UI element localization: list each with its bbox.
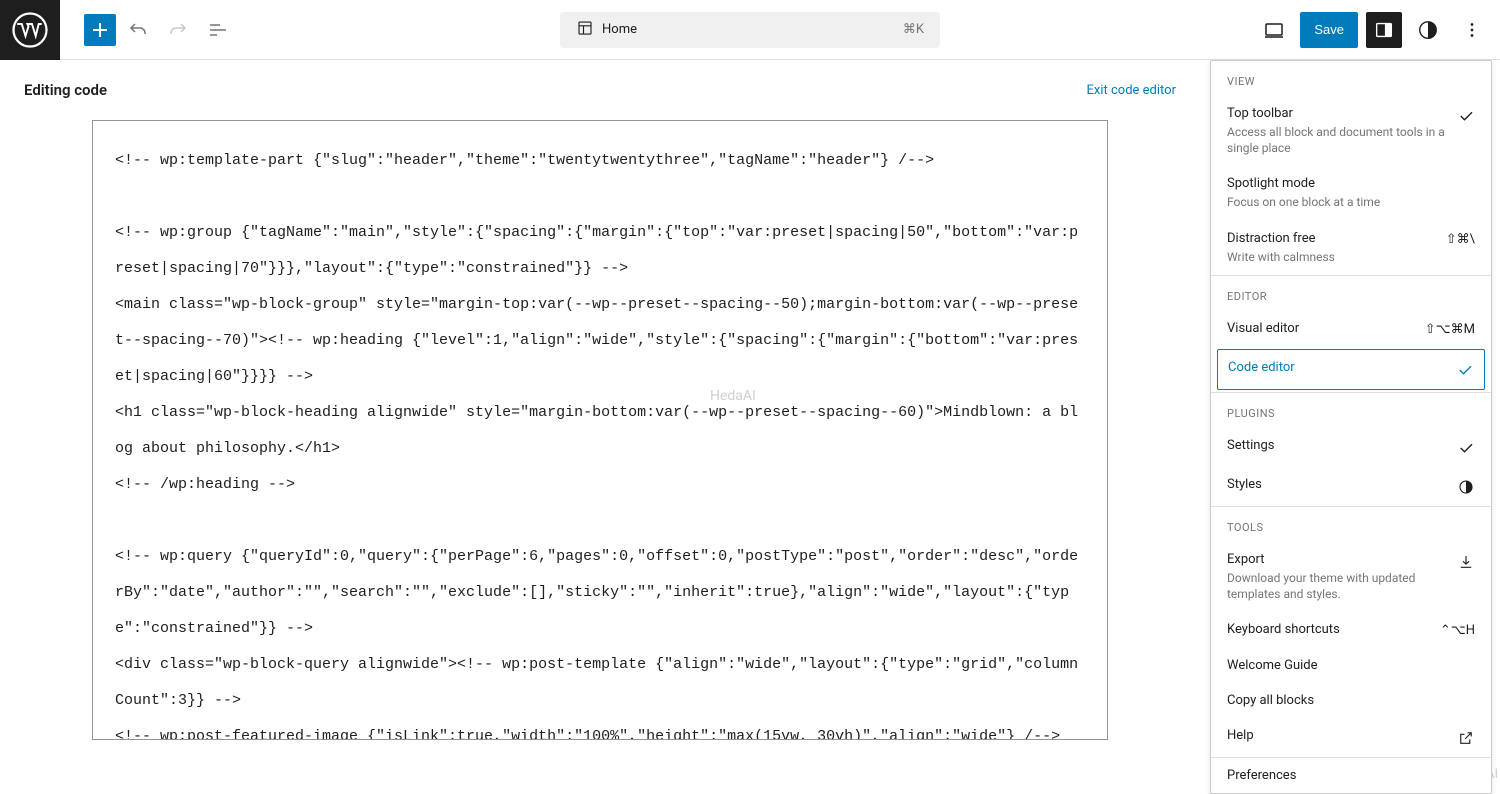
topbar: Home ⌘K Save <box>0 0 1500 60</box>
menu-item-title: Top toolbar <box>1227 106 1449 121</box>
menu-styles[interactable]: Styles <box>1211 467 1491 506</box>
sidebar-icon <box>1373 19 1395 41</box>
document-overview-button[interactable] <box>200 12 236 48</box>
menu-shortcut: ⇧⌘\ <box>1446 232 1475 247</box>
menu-item-title: Settings <box>1227 438 1449 453</box>
save-button[interactable]: Save <box>1300 12 1358 48</box>
check-icon <box>1457 107 1475 125</box>
menu-settings[interactable]: Settings <box>1211 428 1491 467</box>
undo-button[interactable] <box>120 12 156 48</box>
editing-bar: Editing code Exit code editor <box>0 60 1200 120</box>
block-inserter-button[interactable] <box>84 14 116 46</box>
redo-button[interactable] <box>160 12 196 48</box>
menu-shortcut: ⇧⌥⌘M <box>1425 322 1475 337</box>
menu-item-desc: Write with calmness <box>1227 249 1438 265</box>
redo-icon <box>166 18 190 42</box>
menu-spotlight-mode[interactable]: Spotlight mode Focus on one block at a t… <box>1211 166 1491 220</box>
external-link-icon <box>1457 729 1475 747</box>
styles-toggle[interactable] <box>1410 12 1446 48</box>
menu-preferences[interactable]: Preferences <box>1211 758 1491 793</box>
half-circle-icon <box>1417 19 1439 41</box>
menu-export[interactable]: Export Download your theme with updated … <box>1211 542 1491 612</box>
menu-help[interactable]: Help <box>1211 718 1491 757</box>
document-bar[interactable]: Home ⌘K <box>560 12 940 48</box>
wordpress-icon <box>12 12 48 48</box>
menu-item-desc: Access all block and document tools in a… <box>1227 124 1449 156</box>
options-dropdown: VIEW Top toolbar Access all block and do… <box>1210 60 1492 794</box>
check-icon <box>1456 361 1474 379</box>
options-button[interactable] <box>1454 12 1490 48</box>
list-view-icon <box>206 18 230 42</box>
menu-item-desc: Focus on one block at a time <box>1227 194 1475 210</box>
document-title: Home <box>602 22 637 37</box>
menu-copy-all-blocks[interactable]: Copy all blocks <box>1211 683 1491 718</box>
code-textarea[interactable]: <!-- wp:template-part {"slug":"header","… <box>92 120 1108 740</box>
code-container: <!-- wp:template-part {"slug":"header","… <box>0 120 1200 740</box>
view-section-label: VIEW <box>1211 61 1491 96</box>
undo-icon <box>126 18 150 42</box>
menu-code-editor[interactable]: Code editor <box>1217 349 1485 390</box>
menu-item-title: Code editor <box>1228 360 1448 375</box>
view-button[interactable] <box>1256 12 1292 48</box>
settings-panel-toggle[interactable] <box>1366 12 1402 48</box>
editor-section-label: EDITOR <box>1211 276 1491 311</box>
menu-shortcut: ⌃⌥H <box>1440 623 1475 638</box>
menu-visual-editor[interactable]: Visual editor ⇧⌥⌘M <box>1211 311 1491 347</box>
template-icon <box>576 19 594 41</box>
wordpress-logo[interactable] <box>0 0 60 60</box>
menu-item-title: Spotlight mode <box>1227 176 1475 191</box>
editing-label: Editing code <box>24 81 107 99</box>
check-icon <box>1457 439 1475 457</box>
menu-distraction-free[interactable]: Distraction free Write with calmness ⇧⌘\ <box>1211 221 1491 275</box>
menu-welcome-guide[interactable]: Welcome Guide <box>1211 648 1491 683</box>
plugins-section-label: PLUGINS <box>1211 393 1491 428</box>
download-icon <box>1457 553 1475 571</box>
menu-item-title: Styles <box>1227 477 1449 492</box>
menu-item-title: Help <box>1227 728 1449 743</box>
menu-item-title: Keyboard shortcuts <box>1227 622 1432 637</box>
desktop-icon <box>1262 18 1286 42</box>
more-vertical-icon <box>1461 19 1483 41</box>
menu-item-title: Preferences <box>1227 768 1475 783</box>
menu-item-title: Distraction free <box>1227 231 1438 246</box>
menu-item-title: Copy all blocks <box>1227 693 1475 708</box>
exit-code-editor-link[interactable]: Exit code editor <box>1087 83 1176 98</box>
menu-item-title: Visual editor <box>1227 321 1417 336</box>
menu-item-title: Export <box>1227 552 1449 567</box>
menu-item-desc: Download your theme with updated templat… <box>1227 570 1449 602</box>
half-circle-icon <box>1457 478 1475 496</box>
tools-section-label: TOOLS <box>1211 507 1491 542</box>
menu-top-toolbar[interactable]: Top toolbar Access all block and documen… <box>1211 96 1491 166</box>
command-shortcut: ⌘K <box>903 22 924 37</box>
menu-keyboard-shortcuts[interactable]: Keyboard shortcuts ⌃⌥H <box>1211 612 1491 648</box>
plus-icon <box>88 18 112 42</box>
menu-item-title: Welcome Guide <box>1227 658 1475 673</box>
